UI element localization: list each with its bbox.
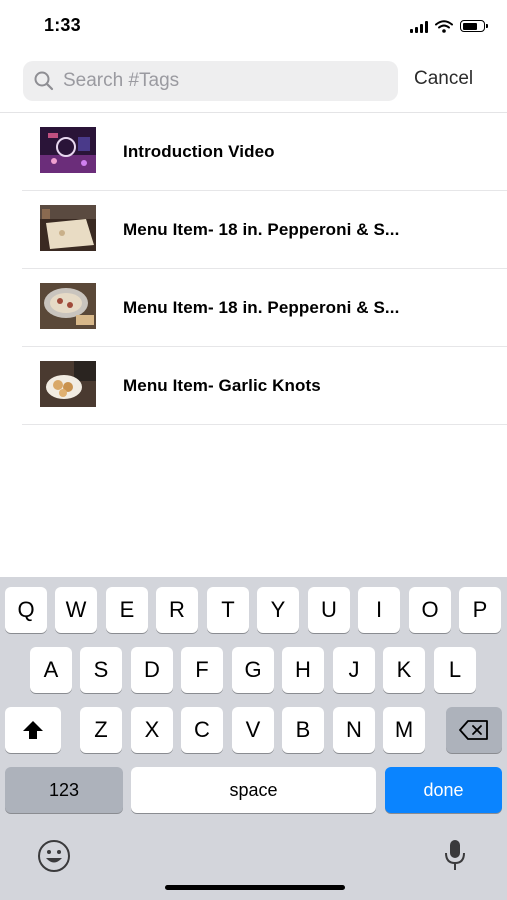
result-label: Menu Item- 18 in. Pepperoni & S... [123,298,400,317]
pizza-dough-thumbnail [40,205,96,251]
emoji-icon[interactable] [36,838,72,874]
key-b[interactable]: B [282,707,324,753]
key-u[interactable]: U [308,587,350,633]
result-list: Introduction Video Menu Item- 18 in. Pep… [22,113,507,425]
home-indicator [165,885,345,890]
cancel-button[interactable]: Cancel [414,68,473,90]
key-m[interactable]: M [383,707,425,753]
cellular-signal-icon [410,20,428,33]
list-item[interactable]: Menu Item- 18 in. Pepperoni & S... [22,191,507,269]
shift-key[interactable] [5,707,61,753]
status-time: 1:33 [44,15,81,35]
done-key[interactable]: done [385,767,502,813]
key-y[interactable]: Y [257,587,299,633]
key-r[interactable]: R [156,587,198,633]
backspace-key[interactable] [446,707,502,753]
search-input[interactable] [63,61,393,101]
search-box[interactable] [23,61,398,101]
status-icons [410,18,488,34]
result-label: Introduction Video [123,142,275,161]
key-p[interactable]: P [459,587,501,633]
pizza-pan-thumbnail [40,283,96,329]
key-a[interactable]: A [30,647,72,693]
key-i[interactable]: I [358,587,400,633]
key-d[interactable]: D [131,647,173,693]
key-w[interactable]: W [55,587,97,633]
search-icon [34,71,54,91]
key-z[interactable]: Z [80,707,122,753]
garlic-knots-thumbnail [40,361,96,407]
key-x[interactable]: X [131,707,173,753]
key-g[interactable]: G [232,647,274,693]
result-label: Menu Item- Garlic Knots [123,376,321,395]
list-item[interactable]: Introduction Video [22,113,507,191]
battery-icon [460,20,488,32]
key-l[interactable]: L [434,647,476,693]
key-n[interactable]: N [333,707,375,753]
keyboard: Q W E R T Y U I O P A S D F G H J K L Z … [0,577,507,900]
list-item[interactable]: Menu Item- Garlic Knots [22,347,507,425]
space-key[interactable]: space [131,767,376,813]
key-h[interactable]: H [282,647,324,693]
video-stage-thumbnail [40,127,96,173]
microphone-icon[interactable] [443,838,467,872]
search-row: Cancel [0,60,507,102]
key-v[interactable]: V [232,707,274,753]
key-q[interactable]: Q [5,587,47,633]
status-bar: 1:33 [0,0,507,52]
key-j[interactable]: J [333,647,375,693]
shift-icon [23,721,43,739]
key-e[interactable]: E [106,587,148,633]
key-k[interactable]: K [383,647,425,693]
result-label: Menu Item- 18 in. Pepperoni & S... [123,220,400,239]
key-c[interactable]: C [181,707,223,753]
wifi-icon [435,19,453,33]
numbers-key[interactable]: 123 [5,767,123,813]
list-item[interactable]: Menu Item- 18 in. Pepperoni & S... [22,269,507,347]
key-s[interactable]: S [80,647,122,693]
backspace-icon [459,720,488,740]
key-o[interactable]: O [409,587,451,633]
key-t[interactable]: T [207,587,249,633]
key-f[interactable]: F [181,647,223,693]
